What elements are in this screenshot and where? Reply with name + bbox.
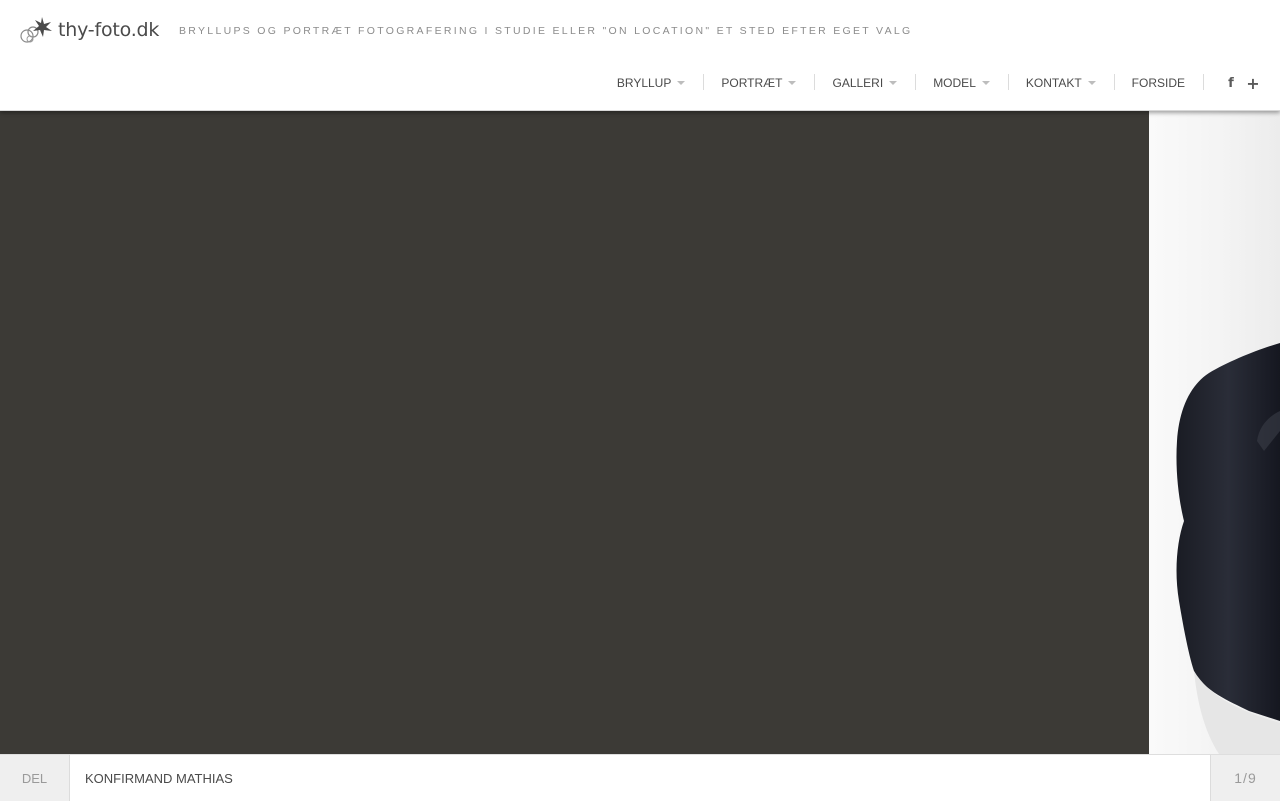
facebook-icon[interactable]: f bbox=[1224, 75, 1238, 91]
slide-caption-text: KONFIRMAND MATHIAS bbox=[85, 770, 233, 786]
nav-item-label: BRYLLUP bbox=[616, 76, 672, 90]
slideshow-footer: DEL KONFIRMAND MATHIAS 1/9 bbox=[0, 754, 1280, 801]
share-button[interactable]: DEL bbox=[0, 755, 70, 801]
nav-item-label: PORTRÆT bbox=[721, 76, 783, 90]
slide-photo bbox=[1149, 111, 1280, 754]
logo-camera-flash-icon bbox=[20, 17, 52, 43]
main-navigation: BRYLLUP PORTRÆT GALLERI MODEL KONTAKT FO… bbox=[599, 72, 1260, 94]
nav-item-bryllup[interactable]: BRYLLUP bbox=[599, 72, 703, 94]
site-header: thy-foto.dk BRYLLUPS OG PORTRÆT FOTOGRAF… bbox=[0, 0, 1280, 111]
nav-item-label: MODEL bbox=[933, 76, 976, 90]
nav-item-galleri[interactable]: GALLERI bbox=[814, 72, 915, 94]
logo-text: thy-foto.dk bbox=[58, 19, 160, 41]
caret-down-icon bbox=[981, 81, 990, 85]
nav-item-label: FORSIDE bbox=[1131, 76, 1185, 90]
caret-down-icon bbox=[889, 81, 898, 85]
social-icons: f + bbox=[1203, 72, 1260, 94]
nav-item-forside[interactable]: FORSIDE bbox=[1113, 72, 1203, 94]
nav-item-model[interactable]: MODEL bbox=[915, 72, 1008, 94]
caret-down-icon bbox=[1087, 81, 1096, 85]
slideshow-stage[interactable] bbox=[0, 111, 1280, 754]
portrait-photo-image bbox=[1176, 343, 1280, 754]
nav-item-kontakt[interactable]: KONTAKT bbox=[1007, 72, 1114, 94]
site-logo[interactable]: thy-foto.dk bbox=[20, 15, 159, 45]
nav-item-portraet[interactable]: PORTRÆT bbox=[703, 72, 814, 94]
slide-counter: 1/9 bbox=[1210, 755, 1280, 801]
caret-down-icon bbox=[788, 81, 797, 85]
nav-item-label: KONTAKT bbox=[1025, 76, 1082, 90]
slide-caption: KONFIRMAND MATHIAS bbox=[70, 755, 1210, 801]
site-tagline: BRYLLUPS OG PORTRÆT FOTOGRAFERING I STUD… bbox=[179, 25, 913, 37]
plus-icon[interactable]: + bbox=[1246, 74, 1260, 93]
nav-item-label: GALLERI bbox=[832, 76, 884, 90]
caret-down-icon bbox=[677, 81, 686, 85]
